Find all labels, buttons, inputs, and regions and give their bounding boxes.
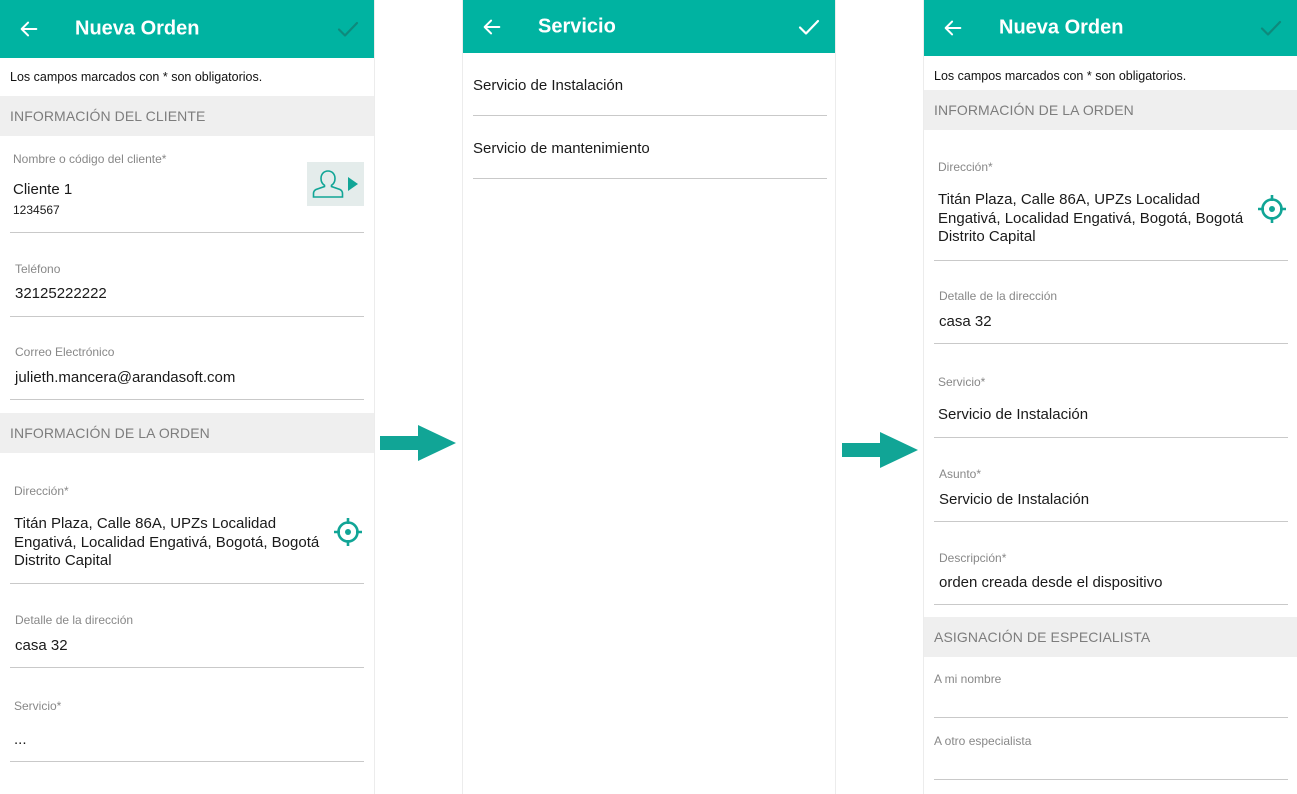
page-title: Servicio xyxy=(538,15,616,37)
list-item-service-maintenance[interactable]: Servicio de mantenimiento xyxy=(473,140,650,157)
select-client-button[interactable] xyxy=(307,162,364,206)
divider xyxy=(10,232,364,233)
crosshair-icon[interactable] xyxy=(333,517,363,547)
divider xyxy=(934,521,1288,522)
back-arrow-icon[interactable] xyxy=(942,17,964,39)
divider xyxy=(10,667,364,668)
divider xyxy=(10,316,364,317)
address-label: Dirección* xyxy=(14,484,69,498)
service-label: Servicio* xyxy=(14,699,62,713)
address-label: Dirección* xyxy=(938,160,993,174)
required-fields-note: Los campos marcados con * son obligatori… xyxy=(10,70,263,84)
required-fields-note: Los campos marcados con * son obligatori… xyxy=(934,69,1187,83)
client-code: 1234567 xyxy=(13,203,60,217)
subject-field[interactable]: Servicio de Instalación xyxy=(939,491,1089,510)
divider xyxy=(934,343,1288,344)
back-arrow-icon[interactable] xyxy=(481,16,503,38)
phone-field[interactable]: 32125222222 xyxy=(15,285,107,304)
address-line-3[interactable]: Distrito Capital xyxy=(14,552,112,571)
app-bar: Servicio xyxy=(463,0,835,53)
address-line-3[interactable]: Distrito Capital xyxy=(938,228,1036,247)
section-specialist-assignment: ASIGNACIÓN DE ESPECIALISTA xyxy=(924,617,1297,657)
divider xyxy=(934,604,1288,605)
address-detail-field[interactable]: casa 32 xyxy=(15,637,68,656)
phone-label: Teléfono xyxy=(15,262,61,276)
divider xyxy=(10,761,364,762)
email-field[interactable]: julieth.mancera@arandasoft.com xyxy=(15,369,235,388)
service-field[interactable]: ... xyxy=(14,731,27,750)
divider xyxy=(934,260,1288,261)
divider xyxy=(10,583,364,584)
assign-other-specialist-option[interactable]: A otro especialista xyxy=(934,734,1031,748)
assign-to-me-option[interactable]: A mi nombre xyxy=(934,672,1001,686)
divider xyxy=(934,437,1288,438)
divider xyxy=(473,178,827,179)
right-arrow-icon xyxy=(380,425,456,461)
section-order-info: INFORMACIÓN DE LA ORDEN xyxy=(0,413,374,453)
service-field[interactable]: Servicio de Instalación xyxy=(938,406,1088,425)
app-bar: Nueva Orden xyxy=(924,0,1297,56)
divider xyxy=(934,779,1288,780)
service-label: Servicio* xyxy=(938,375,986,389)
divider xyxy=(10,399,364,400)
app-bar: Nueva Orden xyxy=(0,0,374,58)
user-icon xyxy=(312,170,344,198)
address-line-1[interactable]: Titán Plaza, Calle 86A, UPZs Localidad xyxy=(938,191,1200,210)
client-label: Nombre o código del cliente* xyxy=(13,152,167,166)
client-name[interactable]: Cliente 1 xyxy=(13,181,72,200)
back-arrow-icon[interactable] xyxy=(18,18,40,40)
address-detail-label: Detalle de la dirección xyxy=(939,289,1058,303)
play-triangle-icon xyxy=(348,177,358,191)
address-line-1[interactable]: Titán Plaza, Calle 86A, UPZs Localidad xyxy=(14,515,276,534)
address-detail-label: Detalle de la dirección xyxy=(15,613,134,627)
right-arrow-icon xyxy=(842,432,918,468)
screen-new-order-initial: Nueva Orden Los campos marcados con * so… xyxy=(0,0,375,794)
check-icon[interactable] xyxy=(336,17,360,41)
check-icon[interactable] xyxy=(797,15,821,39)
description-field[interactable]: orden creada desde el dispositivo xyxy=(939,574,1162,593)
address-detail-field[interactable]: casa 32 xyxy=(939,313,992,332)
check-icon[interactable] xyxy=(1259,16,1283,40)
email-label: Correo Electrónico xyxy=(15,345,115,359)
address-line-2[interactable]: Engativá, Localidad Engativá, Bogotá, Bo… xyxy=(938,210,1243,229)
page-title: Nueva Orden xyxy=(75,17,200,40)
crosshair-icon[interactable] xyxy=(1257,194,1287,224)
section-order-info: INFORMACIÓN DE LA ORDEN xyxy=(924,90,1297,130)
divider xyxy=(934,717,1288,718)
list-item-service-installation[interactable]: Servicio de Instalación xyxy=(473,77,623,94)
subject-label: Asunto* xyxy=(939,467,982,481)
divider xyxy=(473,115,827,116)
section-client-info: INFORMACIÓN DEL CLIENTE xyxy=(0,96,374,136)
screen-new-order-filled: Nueva Orden Los campos marcados con * so… xyxy=(923,0,1297,794)
description-label: Descripción* xyxy=(939,551,1007,565)
screen-service-picker: Servicio Servicio de Instalación Servici… xyxy=(462,0,836,794)
page-title: Nueva Orden xyxy=(999,16,1124,39)
address-line-2[interactable]: Engativá, Localidad Engativá, Bogotá, Bo… xyxy=(14,534,319,553)
